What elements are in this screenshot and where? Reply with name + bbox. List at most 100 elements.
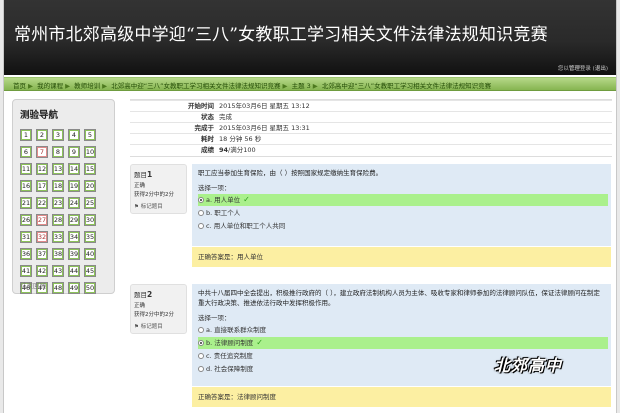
question-2-info: 题目2 正确 获得2分中的2分 ⚑ 标记题目 [130,284,187,334]
question-nav-button[interactable]: 21 [20,197,32,209]
question-nav-button[interactable]: 11 [20,163,32,175]
answer-prompt: 选择一项： [198,314,231,322]
question-nav-button[interactable]: 45 [84,265,96,277]
question-nav-button[interactable]: 9 [68,146,80,158]
question-nav-button[interactable]: 20 [84,180,96,192]
question-nav-button[interactable]: 16 [20,180,32,192]
question-nav-button[interactable]: 14 [68,163,80,175]
question-1-info: 题目1 正确 获得2分中的2分 ⚑ 标记题目 [130,164,187,214]
question-nav-button[interactable]: 26 [20,214,32,226]
summary-row: 成绩 94/满分100 [130,144,612,155]
question-nav-button[interactable]: 34 [68,231,80,243]
radio-button[interactable] [198,340,204,346]
question-nav-button[interactable]: 3 [52,129,64,141]
question-nav-button[interactable]: 49 [68,282,80,294]
question-nav-button[interactable]: 6 [20,146,32,158]
login-middle: 登录 ( [579,66,595,72]
quiz-navigation-block: 测验导航 1 2 3 4 5 6 7 8 9 10 11 12 13 14 15 16 17 18 19 20 21 22… [12,99,115,294]
question-number: 题目2 [134,289,186,299]
question-nav-button[interactable]: 31 [20,231,32,243]
breadcrumb-home[interactable]: 首页 [13,82,26,90]
flag-icon: ⚑ [134,324,139,330]
radio-button[interactable] [198,197,204,203]
answer-option[interactable]: a. 用人单位 ✓ [198,194,608,206]
login-info: 您以管理登录 (退出) [558,64,608,72]
question-nav-button[interactable]: 13 [52,163,64,175]
site-header: 常州市北郊高级中学迎“三八”女教职工学习相关文件法律法规知识竞赛 您以管理登录 … [4,0,616,75]
question-nav-button[interactable]: 23 [52,197,64,209]
question-nav-button[interactable]: 33 [52,231,64,243]
question-nav-button[interactable]: 17 [36,180,48,192]
answer-option-label: b. 职工个人 [206,209,241,217]
answer-option-label: d. 社会保障制度 [206,365,254,373]
question-grade: 获得2分中的2分 [134,192,174,198]
answer-option[interactable]: b. 职工个人 [198,207,608,219]
breadcrumb-my-courses[interactable]: 我的课程 [37,82,63,90]
answer-option[interactable]: b. 法律顾问制度 ✓ [198,337,608,349]
question-nav-button[interactable]: 25 [84,197,96,209]
flag-question-button[interactable]: ⚑ 标记题目 [134,322,186,330]
question-nav-button[interactable]: 4 [68,129,80,141]
login-suffix: ) [605,66,608,72]
question-nav-button[interactable]: 38 [52,248,64,260]
question-nav-button[interactable]: 40 [84,248,96,260]
question-nav-button[interactable]: 41 [20,265,32,277]
question-nav-button[interactable]: 12 [36,163,48,175]
question-nav-button[interactable]: 2 [36,129,48,141]
question-number: 题目1 [134,169,186,179]
radio-button[interactable] [198,353,204,359]
question-stem: 中共十八届四中全会提出，积极推行政府的（ ），建立政府法制机构人员为主体、吸收专… [198,289,600,307]
question-nav-button[interactable]: 5 [84,129,96,141]
breadcrumb-topic[interactable]: 主题 3 [292,82,311,90]
breadcrumb-quiz[interactable]: 北郊高中迎“三八”女教职工学习相关文件法律法规知识竞赛 [322,82,491,90]
radio-button[interactable] [198,223,204,229]
question-nav-button[interactable]: 35 [84,231,96,243]
question-1-content: 职工应当参加生育保险，由（ ）按照国家规定缴纳生育保险费。 选择一项： a. 用… [192,164,611,246]
question-nav-button[interactable]: 24 [68,197,80,209]
question-nav-button[interactable]: 10 [84,146,96,158]
question-nav-button[interactable]: 48 [52,282,64,294]
question-nav-button[interactable]: 29 [68,214,80,226]
question-nav-button[interactable]: 15 [84,163,96,175]
answer-option-label: c. 责任追究制度 [206,352,253,360]
answer-option[interactable]: a. 直接联系群众制度 [198,324,608,336]
question-nav-button[interactable]: 36 [20,248,32,260]
question-nav-button[interactable]: 27 [36,214,48,226]
breadcrumb-teacher-training[interactable]: 教师培训 [74,82,100,90]
question-nav-button[interactable]: 22 [36,197,48,209]
question-nav-button[interactable]: 44 [68,265,80,277]
quiz-navigation-title: 测验导航 [20,110,59,121]
flag-icon: ⚑ [134,204,139,210]
breadcrumb-separator: ▶ [65,82,71,90]
login-user-link[interactable]: 管理 [569,66,580,72]
breadcrumb-separator: ▶ [102,82,108,90]
breadcrumb-course[interactable]: 北郊高中迎“三八”女教职工学习相关文件法律法规知识竞赛 [111,82,280,90]
radio-button[interactable] [198,210,204,216]
radio-button[interactable] [198,366,204,372]
breadcrumb-separator: ▶ [28,82,33,90]
question-nav-button[interactable]: 32 [36,231,48,243]
radio-button[interactable] [198,327,204,333]
flag-question-button[interactable]: ⚑ 标记题目 [134,202,186,210]
answer-option-label: b. 法律顾问制度 [206,339,254,347]
question-nav-button[interactable]: 28 [52,214,64,226]
logout-link[interactable]: 退出 [595,66,606,72]
question-nav-button[interactable]: 42 [36,265,48,277]
question-nav-button[interactable]: 1 [20,129,32,141]
question-nav-button[interactable]: 43 [52,265,64,277]
correct-check-icon: ✓ [256,338,263,347]
question-state: 正确 [134,183,146,189]
login-prefix: 您以 [557,66,569,72]
question-nav-button[interactable]: 39 [68,248,80,260]
question-nav-button[interactable]: 37 [36,248,48,260]
question-nav-button[interactable]: 7 [36,146,48,158]
breadcrumb: 首页 ▶ 我的课程 ▶ 教师培训 ▶ 北郊高中迎“三八”女教职工学习相关文件法律法规知… [13,80,491,90]
question-nav-button[interactable]: 19 [68,180,80,192]
question-nav-button[interactable]: 8 [52,146,64,158]
question-state: 正确 [134,303,146,309]
question-nav-button[interactable]: 50 [84,282,96,294]
question-nav-button[interactable]: 30 [84,214,96,226]
finish-review-link[interactable]: 结束回顾 [20,280,46,290]
question-nav-button[interactable]: 18 [52,180,64,192]
answer-option[interactable]: c. 用人单位和职工个人共同 [198,220,608,232]
